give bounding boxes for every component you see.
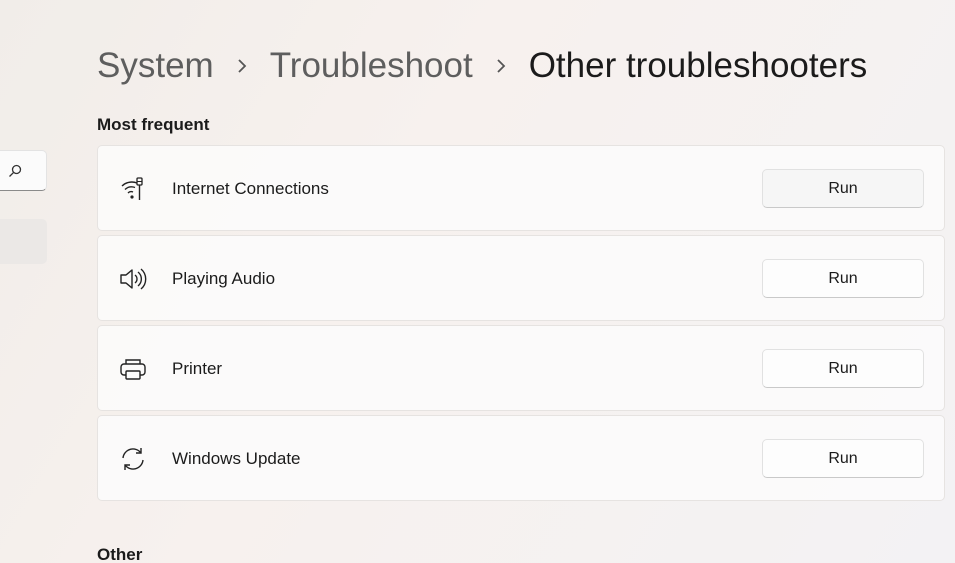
breadcrumb: System Troubleshoot Other troubleshooter… [97, 46, 867, 86]
section-other: Other [97, 545, 143, 563]
page-title: Other troubleshooters [528, 46, 868, 85]
search-icon [9, 164, 22, 177]
troubleshooter-windows-update: Windows Update Run [97, 415, 945, 501]
run-button[interactable]: Run [762, 259, 924, 298]
run-button[interactable]: Run [762, 439, 924, 478]
chevron-right-icon [495, 58, 507, 74]
search-input[interactable] [0, 150, 47, 191]
speaker-icon [120, 268, 147, 290]
breadcrumb-system[interactable]: System [97, 46, 214, 86]
troubleshooter-playing-audio: Playing Audio Run [97, 235, 945, 321]
troubleshooter-internet-connections: Internet Connections Run [97, 145, 945, 231]
chevron-right-icon [236, 58, 248, 74]
item-label: Playing Audio [172, 269, 276, 288]
item-label: Printer [172, 359, 223, 378]
breadcrumb-troubleshoot[interactable]: Troubleshoot [270, 46, 473, 86]
run-button[interactable]: Run [762, 169, 924, 208]
wifi-ethernet-icon [121, 177, 143, 200]
run-button[interactable]: Run [762, 349, 924, 388]
section-most-frequent: Most frequent [97, 115, 210, 134]
troubleshooter-printer: Printer Run [97, 325, 945, 411]
printer-icon [120, 359, 146, 380]
item-label: Windows Update [172, 449, 301, 468]
sync-icon [122, 448, 144, 470]
sidebar-item-selected[interactable] [0, 219, 47, 264]
item-label: Internet Connections [172, 179, 329, 198]
